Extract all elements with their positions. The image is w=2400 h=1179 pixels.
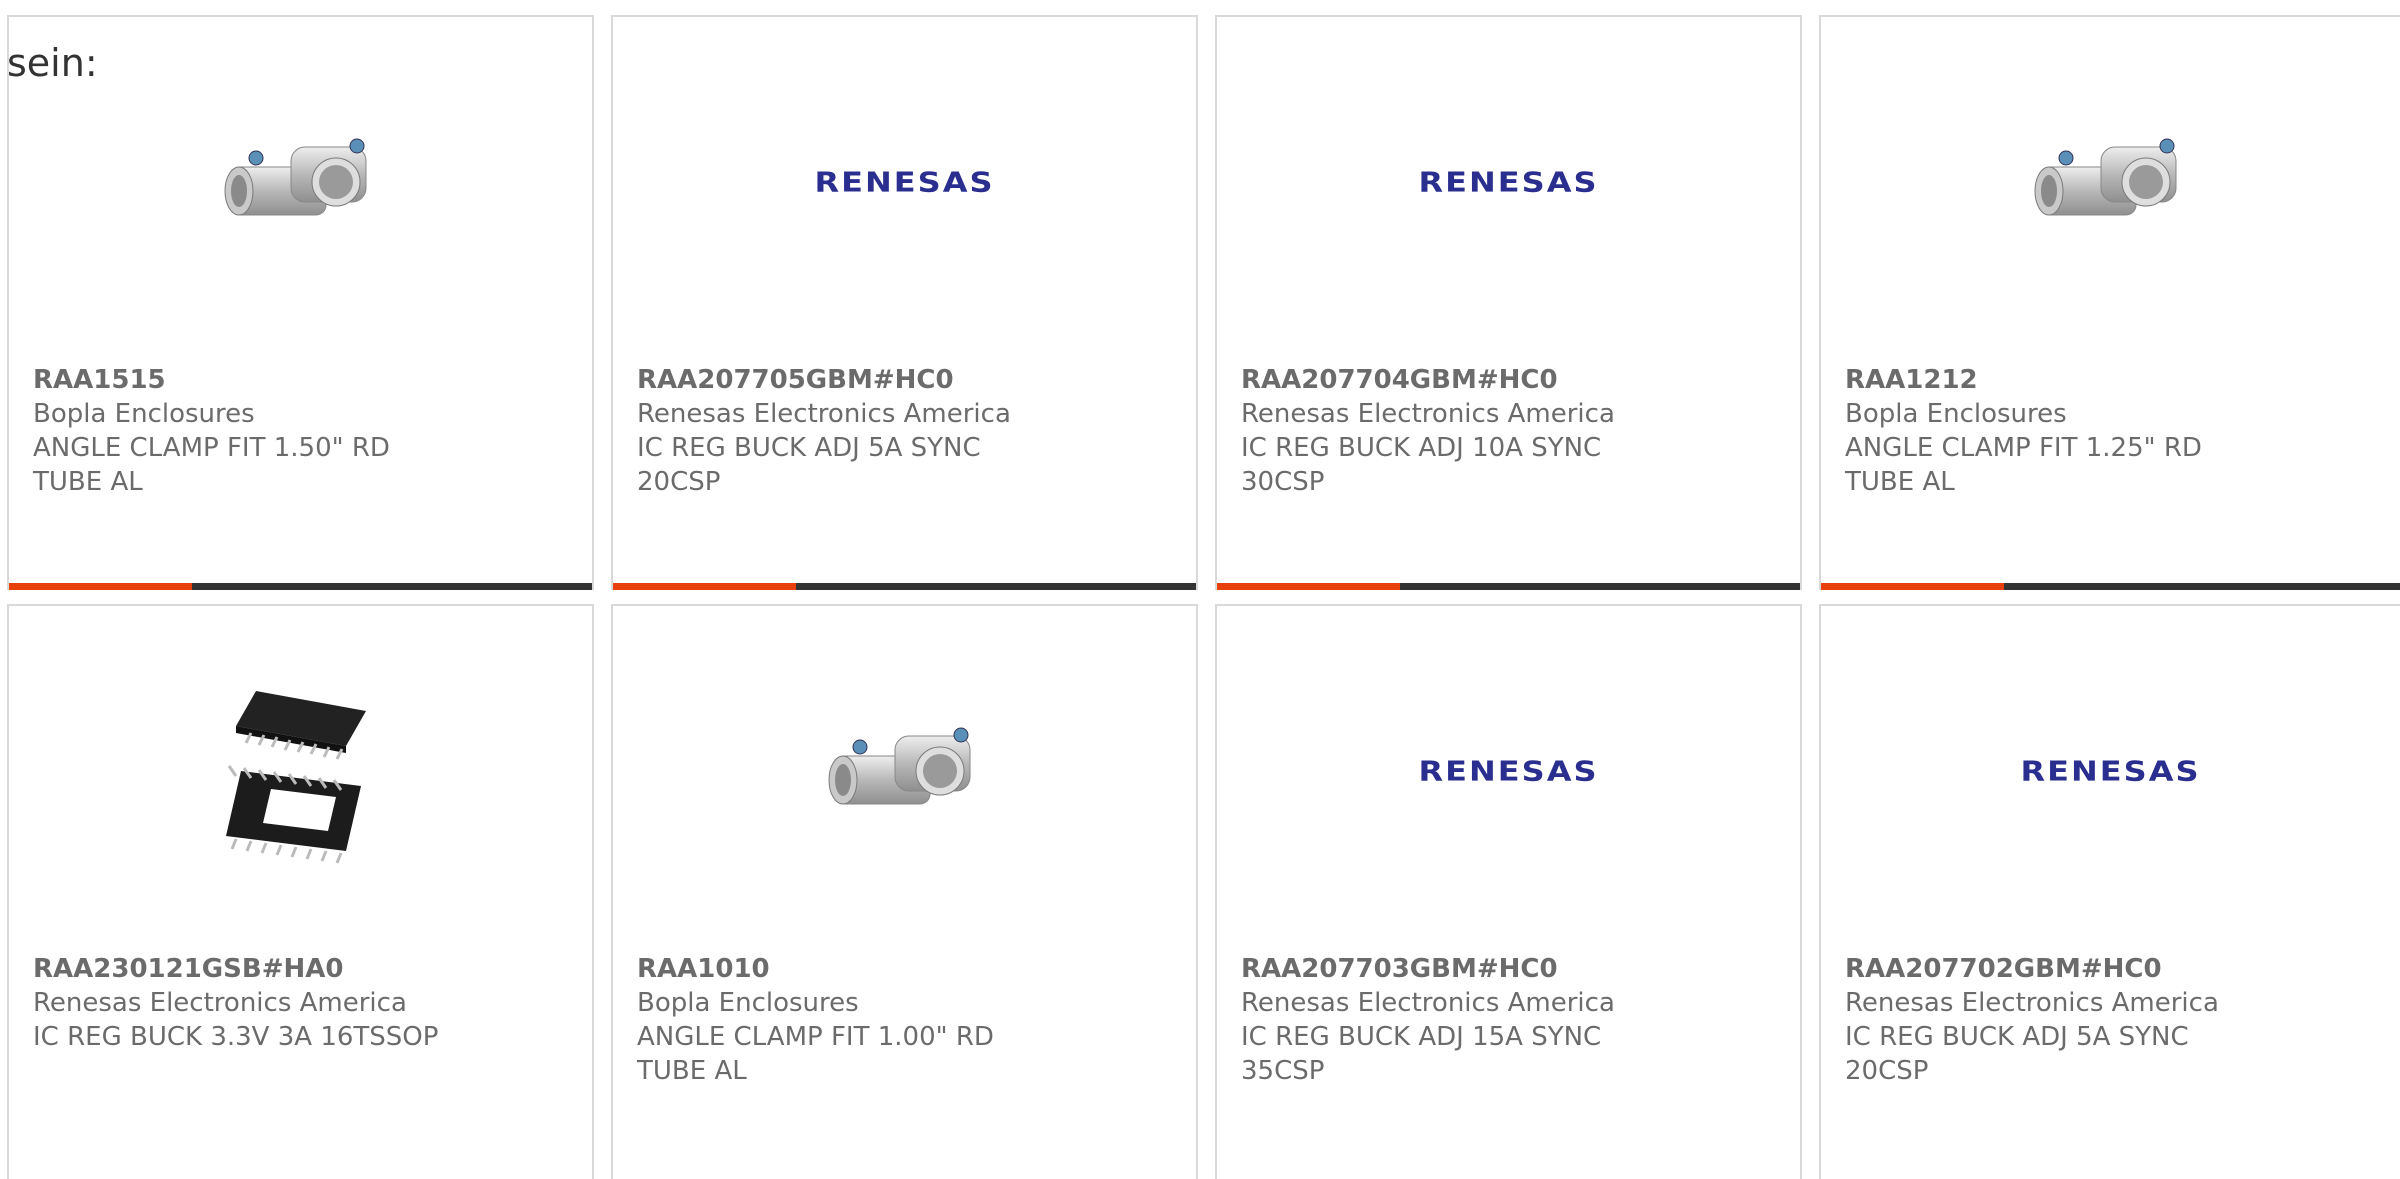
card-accent-bar xyxy=(1821,583,2400,590)
manufacturer-label: Renesas Electronics America xyxy=(1241,988,1615,1018)
product-image-area[interactable]: RENESAS xyxy=(613,17,1196,347)
part-number-link[interactable]: RAA207704GBM#HC0 xyxy=(1241,363,1784,397)
product-description: ANGLE CLAMP FIT 1.50" RD TUBE AL xyxy=(33,433,390,497)
product-card[interactable]: RENESAS RAA207703GBM#HC0 Renesas Electro… xyxy=(1215,604,1802,1179)
tssop-chip-image xyxy=(225,691,366,864)
section-heading: sein: xyxy=(7,41,98,85)
product-image-area[interactable] xyxy=(613,606,1196,936)
product-card[interactable]: RENESAS RAA207702GBM#HC0 Renesas Electro… xyxy=(1819,604,2400,1179)
manufacturer-label: Renesas Electronics America xyxy=(637,399,1011,429)
product-image-area[interactable]: RENESAS xyxy=(1217,606,1800,936)
renesas-logo: RENESAS xyxy=(1418,754,1599,788)
product-description: ANGLE CLAMP FIT 1.25" RD TUBE AL xyxy=(1845,433,2202,497)
product-card[interactable]: RENESAS RAA207705GBM#HC0 Renesas Electro… xyxy=(611,15,1198,590)
product-card[interactable]: RAA230121GSB#HA0 Renesas Electronics Ame… xyxy=(7,604,594,1179)
part-number-link[interactable]: RAA207705GBM#HC0 xyxy=(637,363,1180,397)
manufacturer-label: Bopla Enclosures xyxy=(1845,399,2067,429)
card-accent-bar xyxy=(9,583,592,590)
manufacturer-label: Bopla Enclosures xyxy=(637,988,859,1018)
product-description: IC REG BUCK ADJ 10A SYNC 30CSP xyxy=(1241,433,1602,497)
renesas-logo: RENESAS xyxy=(814,165,995,199)
part-number-link[interactable]: RAA230121GSB#HA0 xyxy=(33,952,576,986)
renesas-logo: RENESAS xyxy=(2020,754,2201,788)
product-image-area[interactable]: RENESAS xyxy=(1821,606,2400,936)
angle-clamp-image xyxy=(2034,138,2176,216)
manufacturer-label: Renesas Electronics America xyxy=(33,988,407,1018)
product-image-area[interactable] xyxy=(9,606,592,936)
product-description: IC REG BUCK ADJ 5A SYNC 20CSP xyxy=(1845,1022,2189,1086)
manufacturer-label: Renesas Electronics America xyxy=(1241,399,1615,429)
angle-clamp-image xyxy=(224,138,366,216)
part-number-link[interactable]: RAA207702GBM#HC0 xyxy=(1845,952,2384,986)
part-number-link[interactable]: RAA207703GBM#HC0 xyxy=(1241,952,1784,986)
product-description: IC REG BUCK ADJ 5A SYNC 20CSP xyxy=(637,433,981,497)
product-description: ANGLE CLAMP FIT 1.00" RD TUBE AL xyxy=(637,1022,994,1086)
renesas-logo: RENESAS xyxy=(1418,165,1599,199)
card-accent-bar xyxy=(1217,583,1800,590)
product-description: IC REG BUCK ADJ 15A SYNC 35CSP xyxy=(1241,1022,1602,1086)
manufacturer-label: Bopla Enclosures xyxy=(33,399,255,429)
angle-clamp-image xyxy=(828,727,970,805)
product-image-area[interactable] xyxy=(1821,17,2400,347)
product-card[interactable]: RENESAS RAA207704GBM#HC0 Renesas Electro… xyxy=(1215,15,1802,590)
part-number-link[interactable]: RAA1010 xyxy=(637,952,1180,986)
product-card[interactable]: RAA1515 Bopla Enclosures ANGLE CLAMP FIT… xyxy=(7,15,594,590)
product-card[interactable]: RAA1212 Bopla Enclosures ANGLE CLAMP FIT… xyxy=(1819,15,2400,590)
product-description: IC REG BUCK 3.3V 3A 16TSSOP xyxy=(33,1022,439,1052)
part-number-link[interactable]: RAA1515 xyxy=(33,363,576,397)
product-card[interactable]: RAA1010 Bopla Enclosures ANGLE CLAMP FIT… xyxy=(611,604,1198,1179)
card-accent-bar xyxy=(613,583,1196,590)
product-image-area[interactable]: RENESAS xyxy=(1217,17,1800,347)
part-number-link[interactable]: RAA1212 xyxy=(1845,363,2384,397)
manufacturer-label: Renesas Electronics America xyxy=(1845,988,2219,1018)
